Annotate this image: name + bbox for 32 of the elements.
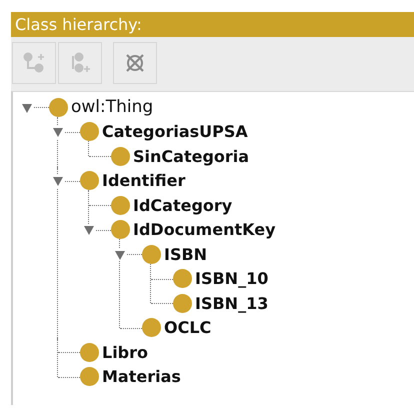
triangle-icon — [52, 126, 64, 138]
class-icon — [142, 244, 161, 264]
class-label[interactable]: Materias — [102, 367, 181, 386]
class-icon — [173, 269, 192, 288]
class-icon — [49, 98, 68, 117]
class-icon — [111, 196, 130, 215]
class-icon — [173, 294, 192, 313]
triangle-icon — [83, 224, 95, 236]
class-label[interactable]: CategoriasUPSA — [102, 122, 248, 142]
class-label[interactable]: Libro — [102, 342, 148, 362]
class-icon — [80, 171, 99, 190]
class-label[interactable]: ISBN_10 — [195, 269, 268, 288]
class-icon — [80, 342, 99, 362]
class-icon — [80, 122, 99, 142]
class-label[interactable]: Identifier — [102, 171, 186, 190]
nodes-plus-icon — [22, 51, 46, 75]
class-label[interactable]: ISBN_13 — [195, 294, 268, 313]
triangle-icon — [114, 248, 126, 260]
class-icon — [142, 318, 161, 338]
class-label[interactable]: owl:Thing — [71, 97, 154, 118]
class-icon — [80, 367, 99, 386]
class-label[interactable]: ISBN — [164, 244, 208, 264]
class-label[interactable]: SinCategoria — [133, 146, 250, 166]
panel-title: Class hierarchy: — [11, 12, 414, 37]
class-icon — [111, 220, 130, 240]
class-icon — [111, 146, 130, 166]
triangle-icon — [21, 102, 33, 114]
delete-button[interactable] — [113, 42, 157, 84]
triangle-icon — [52, 175, 64, 187]
class-label[interactable]: OCLC — [164, 318, 212, 338]
class-label[interactable]: IdDocumentKey — [133, 220, 276, 240]
class-label[interactable]: IdCategory — [133, 196, 232, 215]
